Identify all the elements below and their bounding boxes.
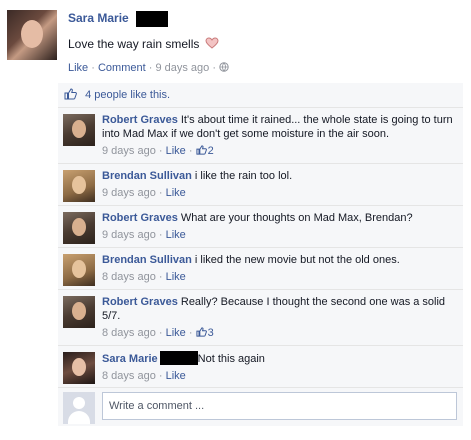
comment-item: Robert Graves Really? Because I thought … — [58, 289, 463, 345]
comment-like-link[interactable]: Like — [166, 271, 186, 283]
comment-text: What are your thoughts on Mad Max, Brend… — [180, 212, 413, 224]
comment-item: Robert Graves It's about time it rained.… — [58, 107, 463, 163]
commenter-avatar[interactable] — [63, 296, 95, 328]
comment-body: Brendan Sullivan i liked the new movie b… — [102, 253, 457, 284]
commenter-avatar[interactable] — [63, 114, 95, 146]
commenter-name-link[interactable]: Robert Graves — [102, 296, 178, 308]
separator: · — [212, 62, 217, 74]
comment-meta: 9 days ago · Like — [102, 187, 186, 199]
comment-like-count[interactable]: 3 — [195, 327, 214, 339]
comment-meta: 9 days ago · Like — [102, 229, 186, 241]
author-avatar[interactable] — [7, 10, 57, 60]
comment-content: Robert Graves What are your thoughts on … — [102, 211, 457, 225]
commenter-avatar[interactable] — [63, 170, 95, 202]
comment-like-link[interactable]: Like — [166, 327, 186, 339]
commenter-name-link[interactable]: Robert Graves — [102, 114, 178, 126]
comment-body: Robert Graves It's about time it rained.… — [102, 113, 457, 158]
like-link[interactable]: Like — [68, 62, 88, 74]
comment-like-link[interactable]: Like — [166, 229, 186, 241]
comment-content: Brendan Sullivan i like the rain too lol… — [102, 169, 457, 183]
comment-text: Not this again — [197, 353, 265, 365]
like-count-value: 2 — [207, 145, 214, 157]
comment-like-link[interactable]: Like — [166, 145, 186, 157]
comment-timestamp[interactable]: 8 days ago — [102, 370, 156, 382]
separator: · — [91, 62, 95, 74]
comment-timestamp[interactable]: 8 days ago — [102, 271, 156, 283]
comment-item: Sara Marie Not this again 8 days ago · Li… — [58, 345, 463, 387]
comment-like-count[interactable]: 2 — [195, 145, 214, 157]
commenter-avatar[interactable] — [63, 212, 95, 244]
author-line: Sara Marie — [68, 11, 458, 29]
comment-item: Brendan Sullivan i liked the new movie b… — [58, 247, 463, 289]
post-actions: Like · Comment · 9 days ago · — [68, 62, 458, 74]
redaction-bar — [135, 11, 168, 28]
thumbs-up-icon — [195, 145, 207, 155]
comment-timestamp[interactable]: 9 days ago — [102, 145, 156, 157]
comment-text: i liked the new movie but not the old on… — [194, 254, 400, 266]
comment-body: Brendan Sullivan i like the rain too lol… — [102, 169, 457, 200]
comment-item: Brendan Sullivan i like the rain too lol… — [58, 163, 463, 205]
comment-content: Robert Graves It's about time it rained.… — [102, 113, 457, 141]
commenter-name-link[interactable]: Sara Marie — [102, 353, 158, 365]
thumbs-up-icon — [64, 88, 77, 100]
commenter-avatar[interactable] — [63, 254, 95, 286]
comment-timestamp[interactable]: 8 days ago — [102, 327, 156, 339]
comments-section: 4 people like this. Robert Graves It's a… — [58, 83, 463, 426]
post-text-line: Love the way rain smells — [68, 37, 458, 55]
comment-content: Sara Marie Not this again — [102, 351, 457, 366]
comment-body: Robert Graves Really? Because I thought … — [102, 295, 457, 340]
write-comment-input[interactable] — [102, 392, 457, 420]
post-author-link[interactable]: Sara Marie — [68, 11, 129, 25]
post-text: Love the way rain smells — [68, 37, 200, 51]
user-avatar-placeholder — [63, 392, 95, 424]
likes-summary[interactable]: 4 people like this. — [58, 83, 463, 107]
comment-like-link[interactable]: Like — [166, 370, 186, 382]
comment-timestamp[interactable]: 9 days ago — [102, 229, 156, 241]
comment-link[interactable]: Comment — [98, 62, 146, 74]
comment-meta: 9 days ago · Like · 2 — [102, 145, 214, 157]
likes-count-text[interactable]: 4 people like this. — [85, 89, 170, 101]
comment-item: Robert Graves What are your thoughts on … — [58, 205, 463, 247]
commenter-name-link[interactable]: Brendan Sullivan — [102, 254, 192, 266]
comment-timestamp[interactable]: 9 days ago — [102, 187, 156, 199]
like-count-value: 3 — [207, 327, 214, 339]
separator: · — [148, 62, 153, 74]
post-body: Sara Marie Love the way rain smells Like… — [68, 11, 458, 74]
thumbs-up-icon — [195, 327, 207, 337]
comment-body: Robert Graves What are your thoughts on … — [102, 211, 457, 242]
comment-text: i like the rain too lol. — [194, 170, 293, 182]
comment-meta: 8 days ago · Like — [102, 370, 186, 382]
comment-body: Sara Marie Not this again 8 days ago · Li… — [102, 351, 457, 383]
commenter-name-link[interactable]: Robert Graves — [102, 212, 178, 224]
post-timestamp[interactable]: 9 days ago — [155, 62, 209, 74]
comment-content: Robert Graves Really? Because I thought … — [102, 295, 457, 323]
comment-content: Brendan Sullivan i liked the new movie b… — [102, 253, 457, 267]
globe-icon[interactable] — [219, 62, 229, 72]
commenter-name-link[interactable]: Brendan Sullivan — [102, 170, 192, 182]
redaction-bar — [159, 351, 198, 365]
heart-icon — [205, 37, 219, 49]
comment-like-link[interactable]: Like — [166, 187, 186, 199]
commenter-avatar[interactable] — [63, 352, 95, 384]
comment-meta: 8 days ago · Like · 3 — [102, 327, 214, 339]
comment-composer — [58, 387, 463, 426]
comment-meta: 8 days ago · Like — [102, 271, 186, 283]
